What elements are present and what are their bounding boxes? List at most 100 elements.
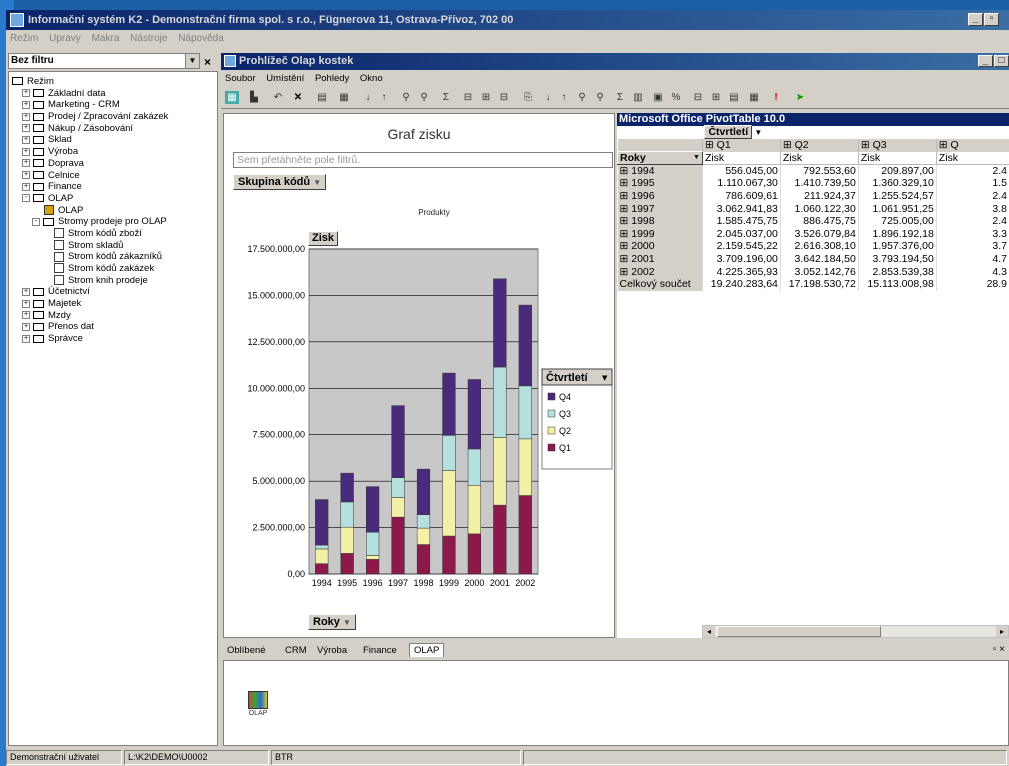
table-cell[interactable]: 1.110.067,30: [701, 177, 781, 190]
menu-rezim[interactable]: Režim: [10, 33, 38, 44]
column-field-button[interactable]: Čtvrtletí ▼: [702, 125, 1009, 139]
table-cell[interactable]: 2.4: [935, 164, 1009, 178]
expand-icon[interactable]: ⊞: [705, 139, 714, 151]
tree-item[interactable]: + Marketing - CRM: [12, 99, 217, 111]
collapse-icon[interactable]: -: [22, 194, 30, 203]
tree-item[interactable]: + Výroba: [12, 146, 217, 158]
table-cell[interactable]: 2.853.539,38: [857, 265, 937, 278]
table-cell[interactable]: 886.475,75: [779, 214, 859, 228]
sort-az-icon[interactable]: ↓: [541, 91, 555, 104]
expand-icon[interactable]: +: [22, 147, 30, 156]
table-cell[interactable]: 3.7: [935, 240, 1009, 253]
expand-icon[interactable]: ⊞: [620, 253, 629, 265]
minimize-button[interactable]: _: [968, 13, 983, 26]
olap-title-bar[interactable]: Prohlížeč Olap kostek _ □: [221, 53, 1009, 70]
expand-icon[interactable]: ⊞: [620, 190, 629, 202]
maximize-button[interactable]: ▫: [984, 13, 999, 26]
scroll-thumb[interactable]: [717, 626, 881, 637]
expand-icon[interactable]: +: [22, 182, 30, 191]
row-header[interactable]: ⊞ 2002: [617, 265, 703, 278]
expand-icon[interactable]: +: [22, 170, 30, 179]
sort-ascending-icon[interactable]: ↓: [361, 91, 375, 104]
tab-crm[interactable]: CRM: [285, 645, 307, 656]
tree-item[interactable]: Strom kódů zboží: [12, 228, 217, 240]
undo-icon[interactable]: ↶: [271, 91, 285, 104]
expand-icon[interactable]: ⊞: [620, 240, 629, 252]
tree-item[interactable]: + Majetek: [12, 298, 217, 310]
sort-descending-icon[interactable]: ↑: [377, 91, 391, 104]
tree-item[interactable]: + Přenos dat: [12, 321, 217, 333]
calculated-field-icon[interactable]: ▥: [631, 91, 645, 104]
tree-item[interactable]: + Sklad: [12, 134, 217, 146]
tree-item[interactable]: Strom knih prodeje: [12, 275, 217, 287]
quarter-header[interactable]: ⊞ Q: [935, 139, 1009, 152]
row-field-button[interactable]: Roky ▼: [617, 151, 703, 166]
row-header[interactable]: ⊞ 2001: [617, 252, 703, 266]
table-cell[interactable]: 3.8: [935, 202, 1009, 215]
table-cell[interactable]: 2.4: [935, 189, 1009, 203]
filter-icon[interactable]: ⚲: [399, 91, 413, 104]
table-cell[interactable]: 1.060.122,30: [779, 202, 859, 215]
expand-icon[interactable]: +: [22, 100, 30, 109]
table-cell[interactable]: 2.4: [935, 214, 1009, 228]
table-cell[interactable]: 556.045,00: [701, 164, 781, 178]
chart-icon[interactable]: ▙: [247, 91, 261, 104]
table-cell[interactable]: 1.896.192,18: [857, 227, 937, 241]
pivot-expand-icon[interactable]: ⊞: [709, 91, 723, 104]
menu-upravy[interactable]: Upravy: [49, 33, 81, 44]
table-cell[interactable]: 4.225.365,93: [701, 265, 781, 278]
menu-umisteni[interactable]: Umístění: [266, 73, 304, 84]
total-cell[interactable]: 17.198.530,72: [779, 277, 859, 291]
tab-finance[interactable]: Finance: [363, 645, 397, 656]
table-cell[interactable]: 1.255.524,57: [857, 189, 937, 203]
table-cell[interactable]: 792.553,60: [779, 164, 859, 178]
copy-icon[interactable]: ⎘: [521, 91, 535, 104]
autofilter-icon[interactable]: ⚲: [417, 91, 431, 104]
table-cell[interactable]: 1.360.329,10: [857, 177, 937, 190]
tree-item[interactable]: Režim: [12, 76, 217, 88]
menu-napoveda[interactable]: Nápověda: [178, 33, 224, 44]
olap-open-icon[interactable]: ▦: [225, 91, 239, 104]
tree-item[interactable]: + Mzdy: [12, 310, 217, 322]
hide-details-icon[interactable]: ⊟: [497, 91, 511, 104]
table-cell[interactable]: 3.709.196,00: [701, 252, 781, 266]
expand-icon[interactable]: +: [22, 299, 30, 308]
row-header[interactable]: ⊞ 1999: [617, 227, 703, 241]
expand-icon[interactable]: +: [22, 89, 30, 98]
scroll-left-icon[interactable]: ◂: [703, 626, 715, 637]
expand-icon[interactable]: +: [22, 287, 30, 296]
quarter-header[interactable]: ⊞ Q1: [701, 139, 781, 152]
tree-item[interactable]: + Správce: [12, 333, 217, 345]
table-cell[interactable]: 725.005,00: [857, 214, 937, 228]
main-title-bar[interactable]: Informační systém K2 - Demonstrační firm…: [6, 10, 1009, 30]
total-cell[interactable]: 19.240.283,64: [701, 277, 781, 291]
tree-item[interactable]: + Účetnictví: [12, 286, 217, 298]
table-cell[interactable]: 1.585.475,75: [701, 214, 781, 228]
tree-item[interactable]: Strom kódů zakázek: [12, 263, 217, 275]
pivot-filter-icon[interactable]: ⚲: [575, 91, 589, 104]
table-cell[interactable]: 209.897,00: [857, 164, 937, 178]
row-header[interactable]: ⊞ 1997: [617, 202, 703, 215]
tree-item[interactable]: + Prodej / Zpracování zakázek: [12, 111, 217, 123]
close-tree-icon[interactable]: ×: [204, 55, 211, 69]
row-header[interactable]: ⊞ 2000: [617, 240, 703, 253]
table-cell[interactable]: 3.052.142,76: [779, 265, 859, 278]
field-list-icon[interactable]: ▤: [727, 91, 741, 104]
alert-icon[interactable]: !: [769, 91, 783, 104]
tree-item[interactable]: - Stromy prodeje pro OLAP: [12, 216, 217, 228]
menu-okno[interactable]: Okno: [360, 73, 383, 84]
dropdown-arrow-icon[interactable]: ▼: [185, 54, 199, 68]
expand-icon[interactable]: +: [22, 334, 30, 343]
table-cell[interactable]: 2.159.545,22: [701, 240, 781, 253]
percent-icon[interactable]: %: [669, 91, 683, 104]
table-cell[interactable]: 4.3: [935, 265, 1009, 278]
table-cell[interactable]: 3.526.079,84: [779, 227, 859, 241]
tree-item[interactable]: Strom skladů: [12, 240, 217, 252]
expand-icon[interactable]: +: [22, 159, 30, 168]
scroll-right-icon[interactable]: ▸: [996, 626, 1008, 637]
row-header[interactable]: ⊞ 1996: [617, 189, 703, 203]
table-icon[interactable]: ▤: [315, 91, 329, 104]
pivot-collapse-icon[interactable]: ⊟: [691, 91, 705, 104]
tree-item[interactable]: + Doprava: [12, 158, 217, 170]
row-header[interactable]: ⊞ 1994: [617, 164, 703, 178]
